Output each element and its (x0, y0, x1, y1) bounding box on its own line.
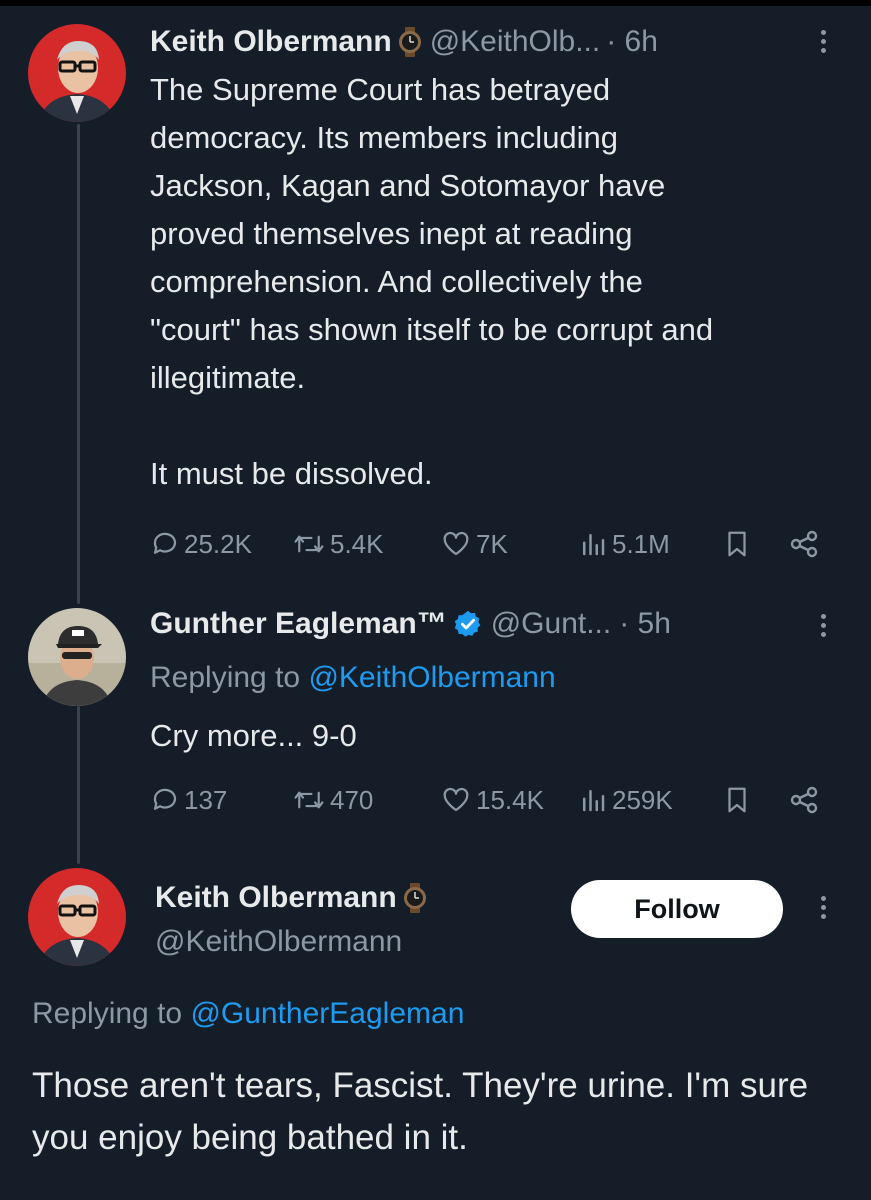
share-button[interactable] (788, 782, 824, 818)
mention-link[interactable]: @KeithOlbermann (308, 661, 555, 694)
reply-icon (153, 532, 177, 554)
more-icon[interactable] (816, 26, 830, 62)
verified-badge-icon (453, 609, 483, 639)
mention-link[interactable]: @GuntherEagleman (190, 997, 464, 1030)
retweet-icon (294, 791, 324, 809)
views-count: 5.1M (612, 528, 670, 559)
tweet-time[interactable]: · 6h (606, 24, 658, 60)
reply-count: 137 (184, 784, 228, 815)
like-button[interactable]: 15.4K (440, 782, 544, 818)
avatar-gunther-eagleman[interactable] (28, 608, 126, 706)
follow-button[interactable]: Follow (571, 880, 783, 938)
views-icon (583, 534, 605, 556)
retweet-icon (294, 535, 324, 553)
author-name[interactable]: Keith Olbermann (155, 880, 397, 916)
views-button[interactable]: 5.1M (578, 526, 670, 562)
avatar-keith-olbermann[interactable] (28, 868, 126, 966)
replying-to-label: Replying to (150, 661, 309, 694)
like-icon (443, 531, 469, 556)
share-icon (790, 530, 818, 558)
retweet-count: 5.4K (330, 528, 384, 559)
thread-connector (77, 706, 80, 864)
retweet-button[interactable]: 5.4K (292, 526, 384, 562)
more-icon[interactable] (816, 610, 830, 646)
author-name[interactable]: Gunther Eagleman™ (150, 606, 447, 642)
tweet-time[interactable]: · 5h (619, 606, 671, 642)
watch-emoji-icon (396, 27, 424, 57)
tweet-header: Gunther Eagleman™ @Gunt... · 5h (150, 606, 671, 642)
bookmark-button[interactable] (722, 782, 756, 818)
views-count: 259K (612, 784, 673, 815)
replying-to: Replying to @GuntherEagleman (32, 996, 464, 1032)
thread-connector (77, 124, 80, 604)
author-handle[interactable]: @KeithOlbermann (155, 924, 402, 960)
author-handle[interactable]: @KeithOlb... (430, 24, 601, 60)
share-button[interactable] (788, 526, 824, 562)
reply-button[interactable]: 25.2K (150, 526, 252, 562)
reply-count: 25.2K (184, 528, 252, 559)
retweet-count: 470 (330, 784, 374, 815)
reply-icon (153, 788, 177, 810)
like-count: 7K (476, 528, 508, 559)
tweet-actions: 137 470 15.4K 259K (150, 782, 830, 818)
avatar-keith-olbermann[interactable] (28, 24, 126, 122)
share-icon (790, 786, 818, 814)
tweet-text: The Supreme Court has betrayed democracy… (150, 72, 714, 491)
tweet-text: Cry more... 9-0 (150, 718, 357, 753)
bookmark-icon (728, 787, 746, 813)
views-button[interactable]: 259K (578, 782, 673, 818)
retweet-button[interactable]: 470 (292, 782, 373, 818)
author-name[interactable]: Keith Olbermann (150, 24, 392, 60)
like-count: 15.4K (476, 784, 544, 815)
more-icon[interactable] (816, 892, 830, 928)
focused-tweet-header: Keith Olbermann (155, 880, 435, 916)
tweet-actions: 25.2K 5.4K 7K 5.1M (150, 526, 830, 562)
bookmark-icon (728, 531, 746, 557)
bookmark-button[interactable] (722, 526, 756, 562)
replying-to: Replying to @KeithOlbermann (150, 660, 556, 696)
top-edge (0, 0, 871, 6)
author-handle[interactable]: @Gunt... (491, 606, 612, 642)
like-icon (443, 787, 469, 812)
reply-button[interactable]: 137 (150, 782, 227, 818)
views-icon (583, 790, 605, 812)
focused-tweet-text: Those aren't tears, Fascist. They're uri… (32, 1066, 809, 1157)
replying-to-label: Replying to (32, 997, 191, 1030)
watch-emoji-icon (401, 883, 429, 913)
tweet-header: Keith Olbermann @KeithOlb... · 6h (150, 24, 658, 60)
like-button[interactable]: 7K (440, 526, 508, 562)
